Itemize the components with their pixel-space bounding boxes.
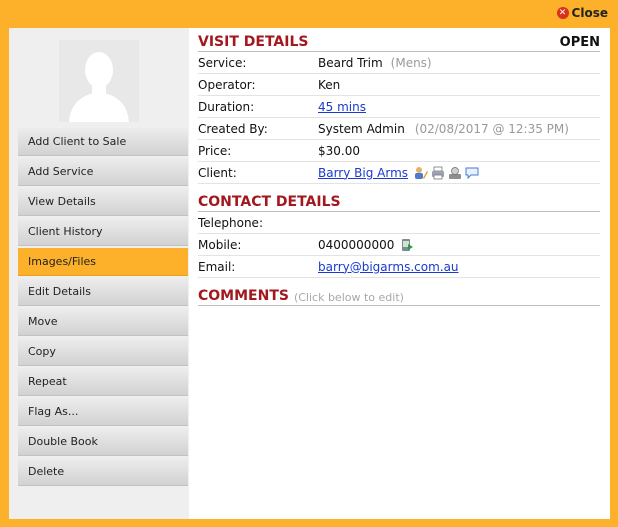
- sidebar: Add Client to Sale Add Service View Deta…: [9, 28, 189, 519]
- appointment-panel: Add Client to Sale Add Service View Deta…: [9, 28, 610, 519]
- mobile-value: 0400000000: [318, 237, 395, 252]
- service-value: Beard Trim: [318, 55, 383, 70]
- created-date: (02/08/2017 @ 12:35 PM): [414, 121, 569, 136]
- visit-details-title: VISIT DETAILS: [198, 34, 309, 50]
- duration-label: Duration:: [198, 99, 255, 114]
- mobile-label: Mobile:: [198, 237, 242, 252]
- menu-item-label: Client History: [28, 225, 103, 238]
- close-label: Close: [571, 6, 608, 20]
- close-button[interactable]: ✕ Close: [556, 6, 608, 20]
- menu-item-label: Add Service: [28, 165, 94, 178]
- menu-item-label: Add Client to Sale: [28, 135, 127, 148]
- operator-row: Operator: Ken: [198, 74, 600, 96]
- client-card-icon[interactable]: [448, 166, 462, 180]
- menu-item-label: Images/Files: [28, 255, 97, 268]
- price-row: Price: $30.00: [198, 140, 600, 162]
- email-row: Email: barry@bigarms.com.au: [198, 256, 600, 278]
- operator-label: Operator:: [198, 77, 256, 92]
- status-badge: OPEN: [559, 35, 600, 50]
- action-menu: Add Client to Sale Add Service View Deta…: [18, 128, 188, 488]
- telephone-row: Telephone:: [198, 212, 600, 234]
- menu-item-label: Copy: [28, 345, 56, 358]
- client-link[interactable]: Barry Big Arms: [318, 166, 408, 180]
- menu-item-add-service[interactable]: Add Service: [18, 158, 188, 186]
- menu-item-delete[interactable]: Delete: [18, 458, 188, 486]
- edit-client-icon[interactable]: [414, 166, 429, 180]
- menu-item-view-details[interactable]: View Details: [18, 188, 188, 216]
- email-link[interactable]: barry@bigarms.com.au: [318, 260, 459, 274]
- sms-icon[interactable]: [400, 238, 414, 252]
- price-label: Price:: [198, 143, 232, 158]
- comments-hint: (Click below to edit): [293, 291, 404, 304]
- menu-item-label: Delete: [28, 465, 65, 478]
- created-by-value: System Admin: [318, 121, 405, 136]
- menu-item-label: Double Book: [28, 435, 98, 448]
- created-by-label: Created By:: [198, 121, 268, 136]
- menu-item-add-client-to-sale[interactable]: Add Client to Sale: [18, 128, 188, 156]
- client-row: Client: Barry Big Arms: [198, 162, 600, 184]
- duration-row: Duration: 45 mins: [198, 96, 600, 118]
- menu-item-move[interactable]: Move: [18, 308, 188, 336]
- menu-item-label: Repeat: [28, 375, 67, 388]
- service-category: (Mens): [390, 55, 432, 70]
- client-label: Client:: [198, 165, 237, 180]
- details-main: VISIT DETAILS OPEN Service: Beard Trim (…: [198, 28, 600, 476]
- contact-details-header: CONTACT DETAILS: [198, 188, 600, 212]
- duration-link[interactable]: 45 mins: [318, 100, 366, 114]
- email-label: Email:: [198, 259, 236, 274]
- menu-item-label: Move: [28, 315, 58, 328]
- comments-header[interactable]: COMMENTS (Click below to edit): [198, 282, 600, 306]
- price-value: $30.00: [318, 143, 360, 158]
- menu-item-repeat[interactable]: Repeat: [18, 368, 188, 396]
- contact-details-title: CONTACT DETAILS: [198, 194, 341, 210]
- message-icon[interactable]: [465, 166, 479, 180]
- operator-value: Ken: [318, 77, 341, 92]
- created-by-row: Created By: System Admin (02/08/2017 @ 1…: [198, 118, 600, 140]
- service-row: Service: Beard Trim (Mens): [198, 52, 600, 74]
- mobile-row: Mobile: 0400000000: [198, 234, 600, 256]
- telephone-label: Telephone:: [198, 215, 263, 230]
- comments-title: COMMENTS: [198, 288, 289, 304]
- menu-item-copy[interactable]: Copy: [18, 338, 188, 366]
- menu-item-double-book[interactable]: Double Book: [18, 428, 188, 456]
- service-label: Service:: [198, 55, 247, 70]
- menu-item-label: View Details: [28, 195, 96, 208]
- menu-item-flag-as[interactable]: Flag As...: [18, 398, 188, 426]
- menu-item-label: Flag As...: [28, 405, 79, 418]
- avatar: [59, 40, 139, 122]
- print-icon[interactable]: [431, 166, 445, 180]
- menu-item-edit-details[interactable]: Edit Details: [18, 278, 188, 306]
- comments-area[interactable]: [198, 306, 600, 476]
- menu-item-label: Edit Details: [28, 285, 91, 298]
- menu-item-images-files[interactable]: Images/Files: [18, 248, 188, 276]
- menu-item-client-history[interactable]: Client History: [18, 218, 188, 246]
- close-icon: ✕: [556, 7, 569, 19]
- visit-details-header: VISIT DETAILS OPEN: [198, 28, 600, 52]
- avatar-silhouette-icon: [59, 40, 139, 122]
